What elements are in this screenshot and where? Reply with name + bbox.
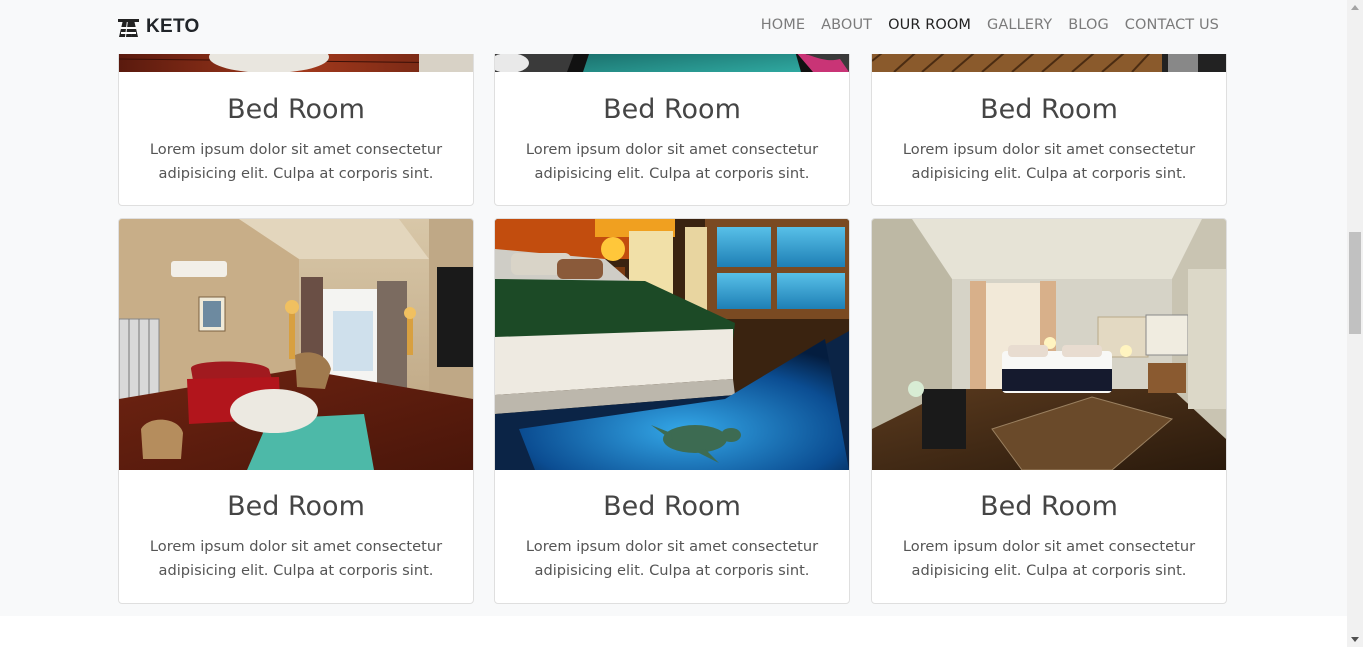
room-description: Lorem ipsum dolor sit amet consectetur ad… (149, 538, 443, 579)
page: Bed Room Lorem ipsum dolor sit amet cons… (0, 0, 1347, 647)
brand-name: KETO (146, 16, 200, 37)
hotel-building-icon (118, 18, 139, 37)
room-title: Bed Room (980, 94, 1118, 125)
room-description: Lorem ipsum dolor sit amet consectetur ad… (902, 538, 1196, 579)
room-description: Lorem ipsum dolor sit amet consectetur ad… (525, 538, 819, 579)
vertical-scrollbar[interactable] (1347, 0, 1363, 647)
room-description: Lorem ipsum dolor sit amet consectetur ad… (149, 141, 443, 182)
scrollbar-thumb[interactable] (1349, 232, 1361, 334)
room-description: Lorem ipsum dolor sit amet consectetur ad… (525, 141, 819, 182)
room-card: Bed Room Lorem ipsum dolor sit amet cons… (494, 218, 850, 604)
scroll-up-arrow-icon[interactable] (1351, 5, 1359, 10)
room-card: Bed Room Lorem ipsum dolor sit amet cons… (118, 218, 474, 604)
room-title: Bed Room (227, 491, 365, 522)
brand-link[interactable]: KETO (118, 15, 200, 39)
room-title: Bed Room (980, 491, 1118, 522)
navbar: KETO HOME ABOUT OUR ROOM GALLERY BLOG CO… (0, 0, 1347, 54)
next-section (0, 616, 1347, 647)
nav-link-home[interactable]: HOME (761, 17, 805, 33)
scroll-down-arrow-icon[interactable] (1351, 637, 1359, 642)
nav-link-gallery[interactable]: GALLERY (987, 17, 1052, 33)
nav-menu: HOME ABOUT OUR ROOM GALLERY BLOG CONTACT… (761, 16, 1219, 34)
room-photo (495, 219, 849, 470)
room-card: Bed Room Lorem ipsum dolor sit amet cons… (871, 218, 1227, 604)
room-photo (119, 219, 473, 470)
room-photo (872, 219, 1226, 470)
nav-link-blog[interactable]: BLOG (1068, 17, 1109, 33)
room-title: Bed Room (603, 491, 741, 522)
room-title: Bed Room (603, 94, 741, 125)
nav-link-our-room[interactable]: OUR ROOM (888, 17, 971, 33)
nav-link-about[interactable]: ABOUT (821, 17, 872, 33)
room-description: Lorem ipsum dolor sit amet consectetur ad… (902, 141, 1196, 182)
nav-link-contact-us[interactable]: CONTACT US (1125, 17, 1219, 33)
room-title: Bed Room (227, 94, 365, 125)
